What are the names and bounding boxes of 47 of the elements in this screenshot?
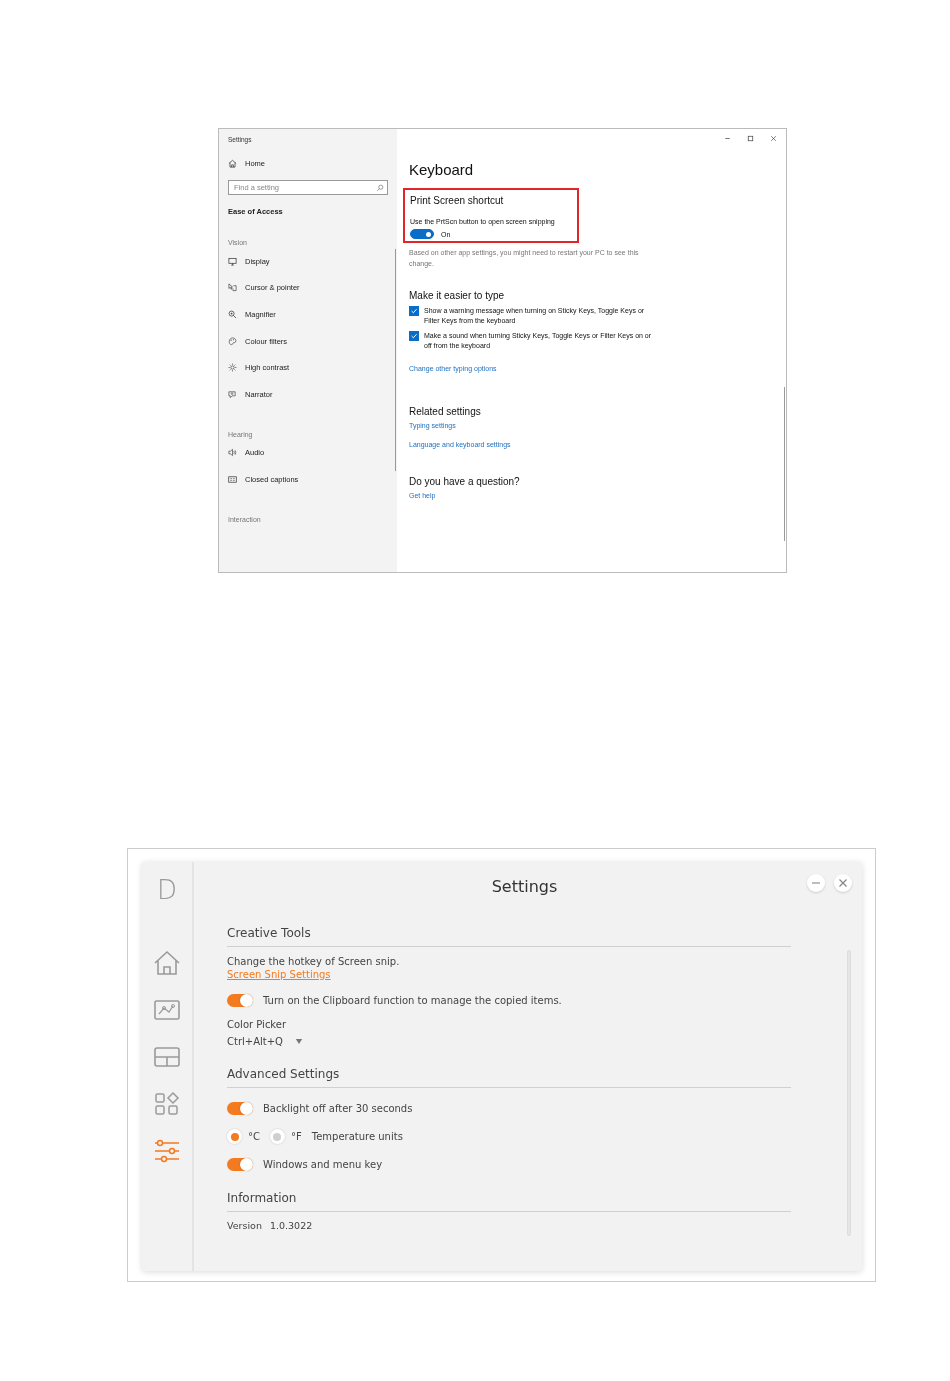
setting-label: Change the hotkey of Screen snip.	[227, 956, 401, 967]
captions-icon	[228, 474, 237, 484]
toggle-label: Backlight off after 30 seconds	[263, 1103, 413, 1114]
scrollbar[interactable]	[395, 249, 396, 471]
toggle-label: Windows and menu key	[263, 1159, 383, 1170]
monitor-icon	[228, 256, 237, 266]
app-logo: D	[157, 875, 177, 905]
setting-label: Color Picker	[227, 1019, 288, 1030]
toggle-switch[interactable]	[410, 229, 434, 239]
palette-icon	[228, 336, 237, 346]
sliders-icon[interactable]	[153, 1137, 181, 1165]
cursor-icon	[228, 283, 237, 293]
page-heading: Keyboard	[409, 161, 475, 178]
radio-option[interactable]: °C	[227, 1129, 260, 1144]
home-icon	[228, 158, 237, 168]
toggle-switch[interactable]	[227, 1102, 253, 1115]
minimize-icon[interactable]	[806, 873, 826, 893]
checkbox[interactable]	[409, 331, 419, 342]
section-title: Creative Tools	[227, 926, 791, 947]
info-label: Version	[227, 1220, 262, 1231]
toggle-switch[interactable]	[227, 1158, 253, 1171]
section-title: Advanced Settings	[227, 1067, 791, 1088]
section-title: Make it easier to type	[409, 290, 506, 301]
close-icon[interactable]	[833, 873, 853, 893]
section-title: Do you have a question?	[409, 475, 521, 487]
section-title: Related settings	[409, 405, 482, 417]
radio-option[interactable]: °F	[270, 1129, 302, 1144]
setting-label: Temperature units	[311, 1131, 403, 1142]
hotkey-dropdown[interactable]: Ctrl+Alt+Q	[227, 1036, 303, 1047]
caret-icon	[294, 1038, 303, 1045]
search-icon	[376, 183, 384, 192]
scrollbar[interactable]	[783, 387, 785, 541]
speaker-icon	[228, 448, 237, 458]
sun-icon	[228, 363, 237, 373]
toggle-switch[interactable]	[227, 994, 253, 1007]
magnifier-icon	[228, 310, 237, 319]
version-number: 1.0.3022	[269, 1220, 313, 1231]
checkbox[interactable]	[409, 306, 419, 316]
toggle-label: Turn on the Clipboard function to manage the copied items.	[263, 995, 562, 1006]
speech-icon	[228, 389, 237, 399]
maximize-icon[interactable]	[746, 134, 755, 143]
apps-icon[interactable]	[153, 1090, 181, 1118]
close-icon[interactable]	[769, 134, 778, 143]
section-title: Information	[227, 1191, 791, 1212]
window-title: Settings	[491, 876, 559, 896]
section-title: Print Screen shortcut	[410, 195, 505, 206]
home-icon[interactable]	[153, 949, 181, 977]
